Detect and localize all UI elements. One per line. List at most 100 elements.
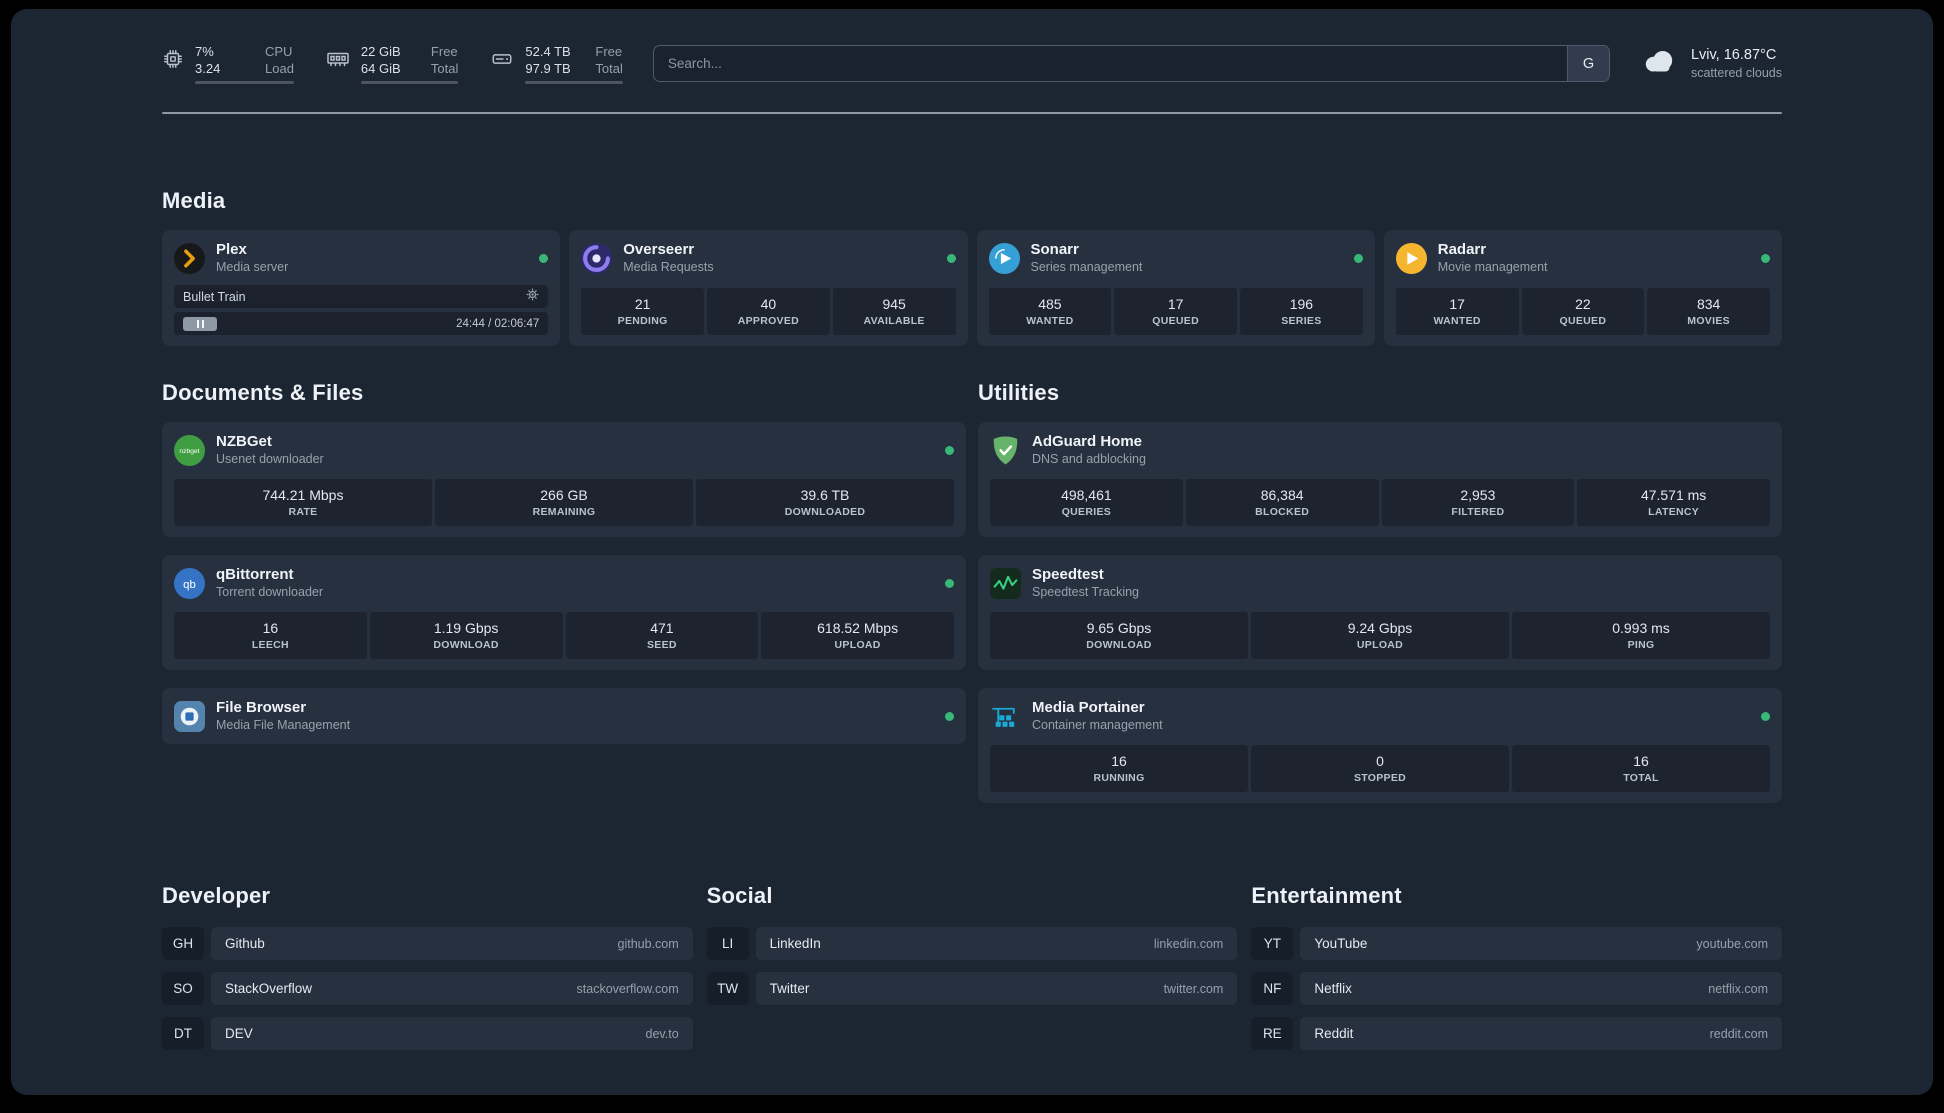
search-provider-button[interactable]: G bbox=[1566, 46, 1609, 81]
stat-approved: 40 APPROVED bbox=[707, 288, 830, 335]
resource-widgets: 7% CPU 3.24 Load 22 GiB Free 64 GiB Tota… bbox=[162, 43, 623, 84]
bookmark-youtube[interactable]: YT YouTube youtube.com bbox=[1251, 927, 1782, 960]
gear-icon[interactable] bbox=[526, 288, 539, 306]
stat-wanted: 485 WANTED bbox=[988, 288, 1112, 335]
weather-widget: Lviv, 16.87°C scattered clouds bbox=[1640, 46, 1782, 82]
service-card-radarr[interactable]: Radarr Movie management 17 WANTED 22 QUEUE… bbox=[1383, 230, 1782, 346]
stat-upload: 9.24 Gbps UPLOAD bbox=[1251, 612, 1509, 659]
service-description: Speedtest Tracking bbox=[1032, 585, 1140, 599]
search-input[interactable] bbox=[653, 56, 1567, 71]
nzbget-icon: nzbget bbox=[174, 434, 205, 466]
stat-available: 945 AVAILABLE bbox=[832, 288, 956, 335]
portainer-icon bbox=[990, 701, 1021, 732]
svg-text:qb: qb bbox=[183, 579, 196, 591]
bookmark-abbr: LI bbox=[706, 927, 749, 960]
cpu-icon bbox=[162, 48, 184, 70]
service-card-nzbget[interactable]: nzbget NZBGet Usenet downloader 744.21 M… bbox=[162, 422, 966, 537]
bookmark-abbr: TW bbox=[706, 972, 749, 1005]
stat-seed: 471 SEED bbox=[565, 612, 759, 659]
now-playing-title: Bullet Train bbox=[183, 289, 246, 304]
memory-widget: 22 GiB Free 64 GiB Total bbox=[326, 43, 459, 84]
cpu-usage-label: CPU bbox=[265, 44, 293, 59]
utilities-section: Utilities AdGuard Home DNS and adblockin… bbox=[978, 380, 1782, 803]
bookmark-name: Twitter bbox=[769, 981, 810, 996]
bookmark-netflix[interactable]: NF Netflix netflix.com bbox=[1251, 972, 1782, 1005]
top-bar: 7% CPU 3.24 Load 22 GiB Free 64 GiB Tota… bbox=[162, 43, 1782, 84]
sonarr-icon bbox=[988, 242, 1020, 274]
bookmark-abbr: YT bbox=[1251, 927, 1294, 960]
bookmark-domain: dev.to bbox=[645, 1026, 679, 1041]
search-provider-label: G bbox=[1582, 55, 1595, 72]
section-title-developer: Developer bbox=[162, 883, 271, 908]
cloud-icon bbox=[1640, 47, 1678, 80]
bookmark-group-entertainment: Entertainment YT YouTube youtube.com NF N… bbox=[1251, 883, 1782, 1050]
disk-free-label: Free bbox=[595, 44, 623, 59]
service-description: Usenet downloader bbox=[216, 452, 324, 466]
bookmark-domain: linkedin.com bbox=[1153, 936, 1224, 951]
service-card-speedtest[interactable]: Speedtest Speedtest Tracking 9.65 Gbps DO… bbox=[978, 555, 1782, 670]
bookmark-name: StackOverflow bbox=[225, 981, 313, 996]
disk-free-value: 52.4 TB bbox=[525, 44, 571, 59]
service-card-adguard[interactable]: AdGuard Home DNS and adblocking 498,461 Q… bbox=[978, 422, 1782, 537]
stat-rate: 744.21 Mbps RATE bbox=[174, 479, 432, 526]
section-title-social: Social bbox=[706, 883, 773, 908]
bookmark-name: YouTube bbox=[1314, 936, 1368, 951]
playback-time: 24:44 / 02:06:47 bbox=[456, 317, 540, 330]
bookmark-reddit[interactable]: RE Reddit reddit.com bbox=[1251, 1017, 1782, 1050]
service-description: Container management bbox=[1032, 718, 1163, 732]
service-card-qbittorrent[interactable]: qb qBittorrent Torrent downloader 16 LEE… bbox=[162, 555, 966, 670]
bookmark-name: DEV bbox=[225, 1026, 253, 1041]
stat-movies: 834 MOVIES bbox=[1647, 288, 1770, 335]
disk-widget: 52.4 TB Free 97.9 TB Total bbox=[490, 43, 623, 84]
cpu-progress-bar bbox=[195, 81, 294, 84]
documents-section: Documents & Files nzbget NZBGet Usenet d… bbox=[162, 380, 966, 744]
bookmark-domain: twitter.com bbox=[1163, 981, 1224, 996]
status-dot bbox=[945, 578, 954, 588]
service-description: Media Requests bbox=[623, 260, 714, 274]
bookmark-name: LinkedIn bbox=[769, 936, 821, 951]
bookmark-domain: stackoverflow.com bbox=[576, 981, 679, 996]
service-name: Overseerr bbox=[623, 241, 695, 258]
qbittorrent-icon: qb bbox=[174, 567, 205, 599]
status-dot bbox=[1353, 253, 1363, 263]
service-description: Media server bbox=[216, 260, 289, 274]
weather-condition: scattered clouds bbox=[1690, 65, 1782, 80]
stat-ping: 0.993 ms PING bbox=[1512, 612, 1770, 659]
bookmark-stackoverflow[interactable]: SO StackOverflow stackoverflow.com bbox=[162, 972, 693, 1005]
dashboard: 7% CPU 3.24 Load 22 GiB Free 64 GiB Tota… bbox=[11, 9, 1933, 1095]
bookmark-name: Reddit bbox=[1314, 1026, 1354, 1041]
stat-blocked: 86,384 BLOCKED bbox=[1185, 479, 1379, 526]
disk-icon bbox=[490, 48, 514, 70]
service-name: Plex bbox=[216, 241, 247, 258]
service-card-filebrowser[interactable]: File Browser Media File Management bbox=[162, 688, 966, 744]
bookmark-abbr: SO bbox=[162, 972, 204, 1005]
service-description: Media File Management bbox=[216, 718, 351, 732]
bookmark-domain: youtube.com bbox=[1696, 936, 1768, 951]
bookmark-dev[interactable]: DT DEV dev.to bbox=[162, 1017, 693, 1050]
memory-free-value: 22 GiB bbox=[360, 44, 401, 59]
section-title-media: Media bbox=[162, 188, 226, 213]
service-name: Speedtest bbox=[1032, 566, 1104, 583]
svg-text:nzbget: nzbget bbox=[179, 448, 199, 455]
status-dot bbox=[945, 711, 954, 721]
bookmark-twitter[interactable]: TW Twitter twitter.com bbox=[706, 972, 1238, 1005]
service-name: qBittorrent bbox=[216, 566, 294, 583]
service-description: Movie management bbox=[1437, 260, 1548, 274]
stat-queued: 22 QUEUED bbox=[1521, 288, 1645, 335]
service-card-overseerr[interactable]: Overseerr Media Requests 21 PENDING 40 APP… bbox=[569, 230, 968, 346]
service-card-plex[interactable]: Plex Media server Bullet Train 24:44 / 0… bbox=[162, 230, 561, 346]
service-card-portainer[interactable]: Media Portainer Container management 16 R… bbox=[978, 688, 1782, 803]
filebrowser-icon bbox=[174, 700, 205, 732]
stat-pending: 21 PENDING bbox=[581, 288, 704, 335]
bookmark-name: Github bbox=[225, 936, 265, 951]
bookmark-abbr: RE bbox=[1251, 1017, 1294, 1050]
bookmark-linkedin[interactable]: LI LinkedIn linkedin.com bbox=[706, 927, 1238, 960]
bookmark-abbr: GH bbox=[162, 927, 204, 960]
service-card-sonarr[interactable]: Sonarr Series management 485 WANTED 17 QUE… bbox=[976, 230, 1375, 346]
search-bar: G bbox=[652, 45, 1610, 82]
pause-button[interactable] bbox=[183, 316, 217, 331]
status-dot bbox=[945, 445, 954, 455]
bookmark-github[interactable]: GH Github github.com bbox=[162, 927, 693, 960]
memory-total-value: 64 GiB bbox=[360, 61, 401, 76]
bookmark-domain: reddit.com bbox=[1709, 1026, 1768, 1041]
